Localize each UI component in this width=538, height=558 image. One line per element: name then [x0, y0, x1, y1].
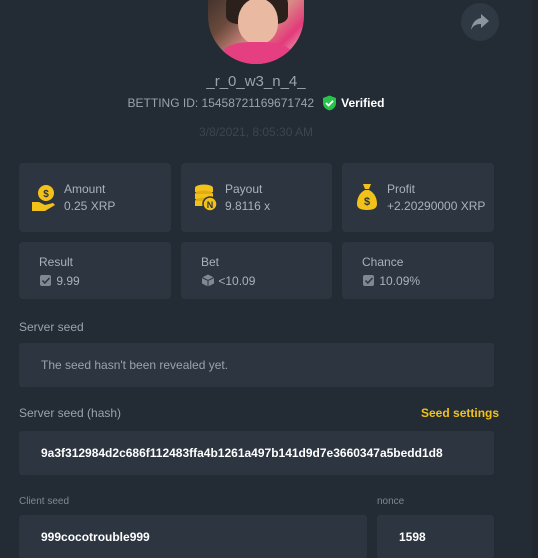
- seed-settings-link[interactable]: Seed settings: [421, 406, 499, 420]
- svg-text:$: $: [43, 189, 49, 200]
- svg-text:N: N: [207, 200, 214, 210]
- verified-label: Verified: [341, 96, 385, 110]
- result-label: Result: [39, 255, 74, 269]
- payout-value: 9.8116 x: [225, 199, 271, 213]
- betting-id-row: BETTING ID: 15458721169671742 Verified: [0, 95, 512, 111]
- share-button[interactable]: [461, 3, 499, 41]
- profit-card: $ Profit +2.20290000 XRP: [342, 163, 494, 232]
- chance-label: Chance: [362, 255, 404, 269]
- dice-check-icon: [363, 275, 374, 286]
- profit-label: Profit: [387, 182, 416, 196]
- client-seed-value: 999cocotrouble999: [41, 530, 150, 544]
- coin-stack-icon: N: [195, 184, 218, 212]
- verified-badge: Verified: [322, 95, 384, 111]
- payout-card: N Payout 9.8116 x: [181, 163, 332, 232]
- client-seed-field[interactable]: 999cocotrouble999: [19, 515, 367, 558]
- chance-card: Chance 10.09%: [342, 242, 494, 299]
- nonce-field[interactable]: 1598: [377, 515, 494, 558]
- svg-text:$: $: [364, 196, 370, 208]
- client-seed-label: Client seed: [19, 496, 70, 507]
- amount-card: $ Amount 0.25 XRP: [19, 163, 171, 232]
- nonce-value: 1598: [399, 530, 426, 544]
- server-seed-field[interactable]: The seed hasn't been revealed yet.: [19, 343, 494, 387]
- result-card: Result 9.99: [19, 242, 171, 299]
- server-seed-hash-label: Server seed (hash): [19, 406, 122, 420]
- server-seed-hash-value: 9a3f312984d2c686f112483ffa4b1261a497b141…: [41, 446, 443, 460]
- amount-value: 0.25 XRP: [64, 199, 116, 213]
- betting-id: BETTING ID: 15458721169671742: [127, 96, 315, 110]
- bet-value: <10.09: [218, 274, 256, 288]
- money-bag-icon: $: [357, 184, 377, 210]
- avatar: [208, 0, 304, 64]
- scrollbar[interactable]: [532, 0, 538, 558]
- share-icon: [471, 14, 489, 30]
- nonce-label: nonce: [377, 496, 405, 507]
- username: _r_0_w3_n_4_: [206, 73, 306, 90]
- server-seed-value: The seed hasn't been revealed yet.: [41, 358, 229, 372]
- profit-value: +2.20290000 XRP: [387, 199, 486, 213]
- coin-hand-icon: $: [32, 185, 55, 211]
- amount-label: Amount: [64, 182, 106, 196]
- server-seed-label: Server seed: [19, 320, 84, 334]
- payout-label: Payout: [225, 182, 263, 196]
- result-value: 9.99: [56, 274, 80, 288]
- bet-card: Bet <10.09: [181, 242, 332, 299]
- bet-label: Bet: [201, 255, 220, 269]
- bet-date: 3/8/2021, 8:05:30 AM: [198, 125, 314, 139]
- dice-check-icon: [40, 275, 51, 286]
- shield-check-icon: [323, 95, 337, 111]
- server-seed-hash-field[interactable]: 9a3f312984d2c686f112483ffa4b1261a497b141…: [19, 431, 494, 475]
- cube-icon: [201, 274, 215, 287]
- chance-value: 10.09%: [379, 274, 421, 288]
